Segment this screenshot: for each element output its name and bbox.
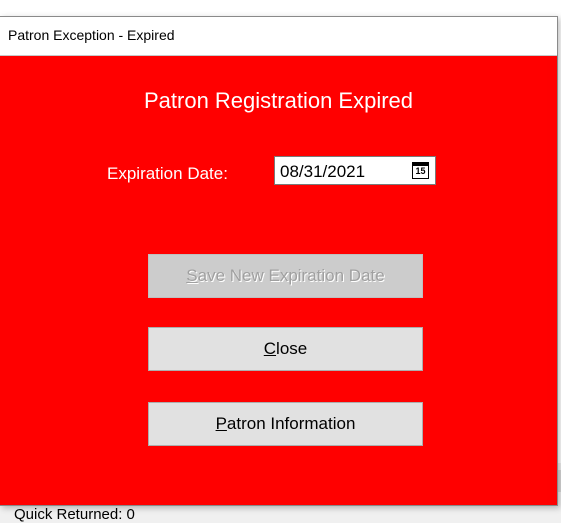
expiration-date-picker[interactable]: 08/31/2021 15 [274,156,436,185]
expiration-date-value[interactable]: 08/31/2021 [280,162,365,182]
calendar-icon[interactable]: 15 [412,162,429,179]
dialog-titlebar[interactable]: Patron Exception - Expired [0,17,557,56]
underlying-window-text: Quick Returned: 0 [14,506,135,523]
close-button[interactable]: Close [148,327,423,371]
patron-information-button[interactable]: Patron Information [148,402,423,446]
patron-button-label: atron Information [226,414,356,433]
close-button-mnemonic: C [263,339,277,358]
patron-button-mnemonic: P [215,414,227,433]
save-button-mnemonic: S [186,266,198,285]
calendar-icon-day: 15 [415,166,426,176]
dialog-client-area: Patron Registration Expired Expiration D… [10,56,547,505]
expiration-date-label: Expiration Date: [107,164,228,183]
save-new-expiration-date-button[interactable]: Save New Expiration Date [148,254,423,298]
close-button-label: lose [276,339,308,358]
save-button-label: ave New Expiration Date [197,266,385,285]
dialog-heading: Patron Registration Expired [143,88,414,113]
dialog-title: Patron Exception - Expired [8,27,175,43]
patron-exception-dialog: Patron Exception - Expired Patron Regist… [0,16,558,506]
